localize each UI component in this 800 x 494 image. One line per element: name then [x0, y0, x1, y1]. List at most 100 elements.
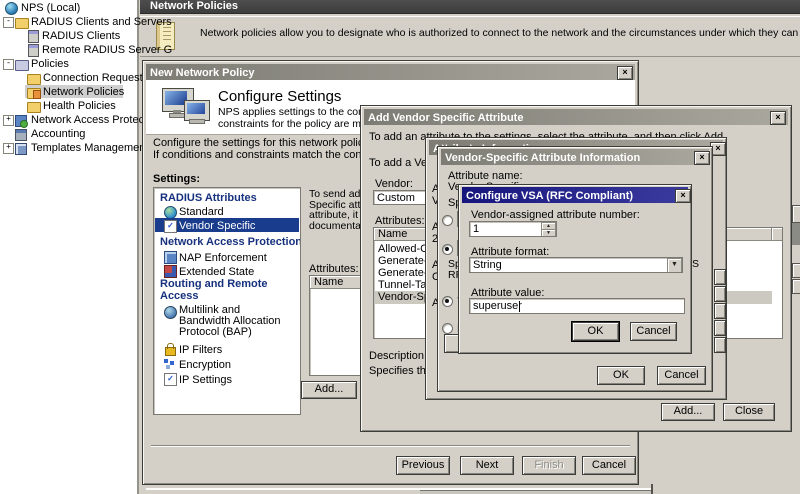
no-conform-radio[interactable] [442, 323, 453, 334]
avsa-titlebar[interactable]: Add Vendor Specific Attribute [364, 109, 788, 125]
globe-icon [164, 306, 177, 319]
tree-item-accounting[interactable]: Accounting [0, 127, 137, 140]
tree-item-network-access-protection[interactable]: + Network Access Protection [0, 113, 137, 126]
tree-item-radius-clients[interactable]: RADIUS Clients [0, 29, 137, 42]
ai-button-fragment[interactable] [714, 320, 726, 336]
accounting-icon [15, 129, 27, 141]
tree-item-health-policies[interactable]: Health Policies [0, 99, 137, 112]
wizard-separator [151, 445, 630, 447]
new-network-policy-titlebar[interactable]: New Network Policy [146, 64, 635, 80]
collapse-expander-icon[interactable]: - [3, 17, 14, 28]
bottom-pane-fragment [420, 490, 652, 494]
add-attribute-button[interactable]: Add... [301, 381, 357, 399]
encryption-icon [164, 359, 168, 363]
nps-server-icon [5, 2, 18, 15]
yes-conforms-radio[interactable] [442, 296, 453, 307]
cvsa-ok-button[interactable]: OK [572, 322, 619, 341]
settings-item-ip-settings[interactable]: ✓ IP Settings [155, 371, 299, 386]
settings-label: Settings: [153, 173, 200, 185]
text-caret [519, 301, 520, 312]
nap-icon [15, 115, 27, 127]
banner-text: Network policies allow you to designate … [200, 27, 800, 39]
folder-icon [15, 60, 29, 71]
settings-item-multilink[interactable]: Multilink and Bandwidth Allocation Proto… [155, 304, 299, 340]
background-window-fragment [792, 205, 800, 223]
checklist-icon: ✓ [164, 373, 177, 386]
finish-button: Finish [522, 456, 576, 475]
background-window-fragment [792, 223, 800, 245]
console-tree-pane: NPS (Local) - RADIUS Clients and Servers… [0, 0, 139, 494]
background-window-fragment [792, 279, 800, 294]
nps-console-window: Network Policies Network policies allow … [0, 0, 800, 494]
ai-button-fragment[interactable] [714, 303, 726, 319]
checklist-icon: ✓ [164, 220, 177, 233]
tree-item-connection-request-policies[interactable]: Connection Request Polici [0, 71, 137, 84]
wizard-body-line1: Configure the settings for this network … [153, 137, 371, 149]
background-window-fragment [792, 263, 800, 278]
next-button[interactable]: Next [460, 456, 514, 475]
wizard-cancel-button[interactable]: Cancel [582, 456, 636, 475]
avsa-close-button[interactable]: Close [723, 403, 775, 421]
ai-button-fragment[interactable] [714, 337, 726, 353]
folder-icon [15, 18, 29, 29]
computer-icon [162, 86, 212, 130]
vsa-cancel-button[interactable]: Cancel [657, 366, 706, 385]
close-icon[interactable]: × [770, 111, 786, 125]
settings-item-encryption[interactable]: Encryption [155, 356, 299, 371]
section-rras: Routing and Remote Access [160, 279, 282, 302]
wizard-heading: Configure Settings [218, 88, 341, 105]
tree-item-remote-radius-server-groups[interactable]: Remote RADIUS Server G [0, 43, 137, 56]
close-icon[interactable]: × [694, 151, 710, 165]
pane-title: Network Policies [150, 0, 238, 12]
server-icon [28, 30, 39, 43]
tree-item-network-policies[interactable]: Network Policies [0, 85, 137, 98]
expand-expander-icon[interactable]: + [3, 115, 14, 126]
templates-icon [15, 143, 27, 155]
banner-panel: Network policies allow you to designate … [140, 16, 800, 57]
vendor-assigned-number-label: Vendor-assigned attribute number: [471, 209, 640, 221]
chevron-down-icon[interactable]: ▼ [667, 258, 682, 273]
close-icon[interactable]: × [675, 189, 691, 203]
tree-item-radius-clients-servers[interactable]: - RADIUS Clients and Servers [0, 15, 137, 28]
expand-expander-icon[interactable]: + [3, 143, 14, 154]
tree-item-nps-local[interactable]: NPS (Local) [2, 1, 135, 14]
settings-item-vendor-specific[interactable]: ✓ Vendor Specific [155, 218, 299, 232]
select-from-list-radio[interactable] [442, 215, 453, 226]
section-nap: Network Access Protection [160, 236, 301, 248]
attribute-format-combobox[interactable]: String ▼ [469, 257, 683, 273]
tree-item-templates-management[interactable]: + Templates Management [0, 141, 137, 154]
attribute-value-input[interactable]: superuser [469, 298, 685, 314]
vendor-assigned-number-spinner[interactable]: 1 ▲ ▼ [469, 221, 557, 237]
enter-vendor-code-radio[interactable] [442, 244, 453, 255]
close-icon[interactable]: × [617, 66, 633, 80]
settings-item-extended-state[interactable]: Extended State [155, 263, 299, 277]
previous-button[interactable]: Previous [396, 456, 450, 475]
bottom-pane-edge [651, 484, 653, 494]
tree-item-policies[interactable]: - Policies [0, 57, 137, 70]
spin-down-icon[interactable]: ▼ [541, 229, 556, 237]
folder-icon [27, 102, 41, 113]
vendor-label: Vendor: [375, 178, 413, 190]
server-icon [28, 44, 39, 57]
settings-list: RADIUS Attributes Standard ✓ Vendor Spec… [153, 187, 301, 415]
avsa-attributes-label: Attributes: [375, 215, 425, 227]
column-header[interactable] [772, 228, 783, 241]
configure-vsa-titlebar[interactable]: Configure VSA (RFC Compliant) [462, 187, 688, 203]
settings-item-nap-enforcement[interactable]: NAP Enforcement [155, 249, 299, 263]
ai-button-fragment[interactable] [714, 269, 726, 285]
vsa-info-titlebar[interactable]: Vendor-Specific Attribute Information [441, 149, 709, 165]
folder-icon [27, 74, 41, 85]
pane-header-bar: Network Policies [140, 0, 800, 14]
attributes-label: Attributes: [309, 263, 359, 275]
cvsa-cancel-button[interactable]: Cancel [630, 322, 677, 341]
section-radius-attributes: RADIUS Attributes [160, 192, 257, 204]
policy-scroll-icon [33, 90, 41, 99]
collapse-expander-icon[interactable]: - [3, 59, 14, 70]
settings-item-ip-filters[interactable]: IP Filters [155, 341, 299, 356]
avsa-add-button[interactable]: Add... [661, 403, 715, 421]
ai-button-fragment[interactable] [714, 286, 726, 302]
settings-item-standard[interactable]: Standard [155, 204, 299, 218]
configure-vsa-dialog: Configure VSA (RFC Compliant) × Vendor-a… [458, 184, 692, 354]
extended-state-icon [164, 265, 177, 278]
vsa-ok-button[interactable]: OK [597, 366, 645, 385]
